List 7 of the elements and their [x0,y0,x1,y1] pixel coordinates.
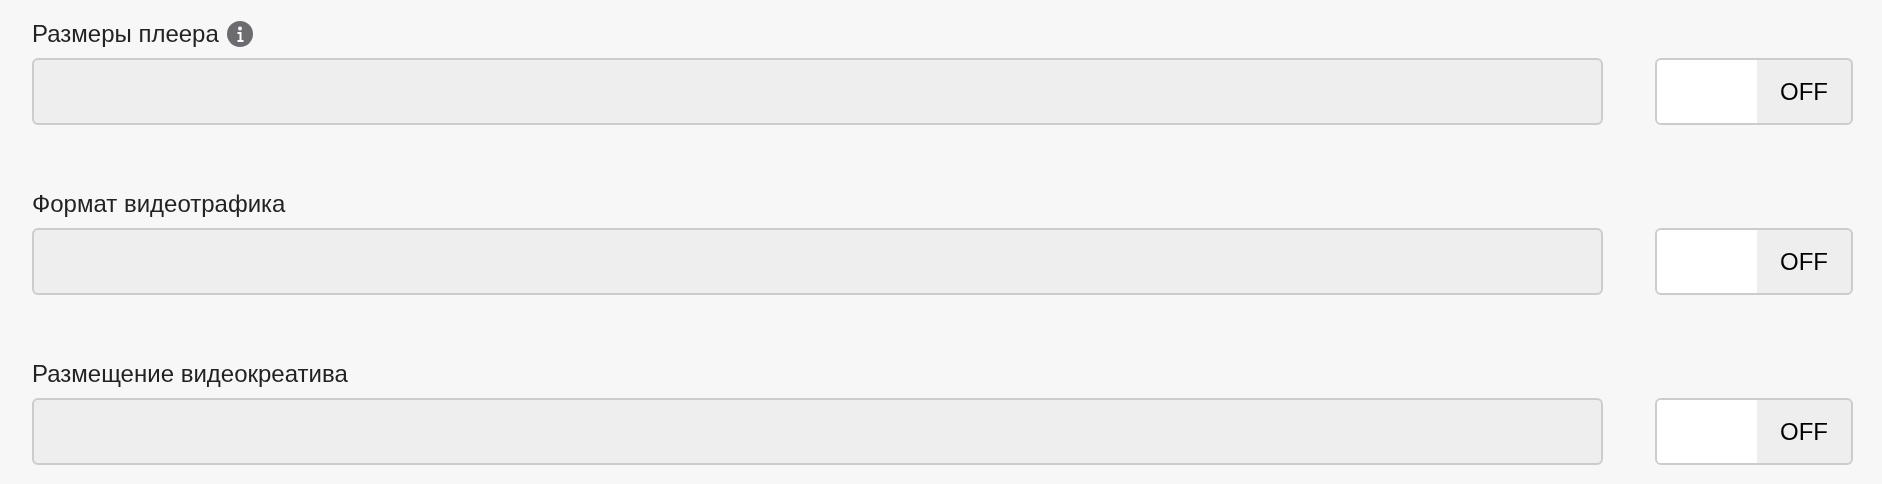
field-label: Размеры плеера [32,19,219,49]
field-label: Размещение видеокреатива [32,359,348,389]
field-label: Формат видеотрафика [32,189,286,219]
info-icon[interactable] [226,21,253,47]
toggle-switch[interactable]: OFF [1655,228,1853,295]
toggle-switch[interactable]: OFF [1655,398,1853,465]
toggle-switch[interactable]: OFF [1655,58,1853,125]
